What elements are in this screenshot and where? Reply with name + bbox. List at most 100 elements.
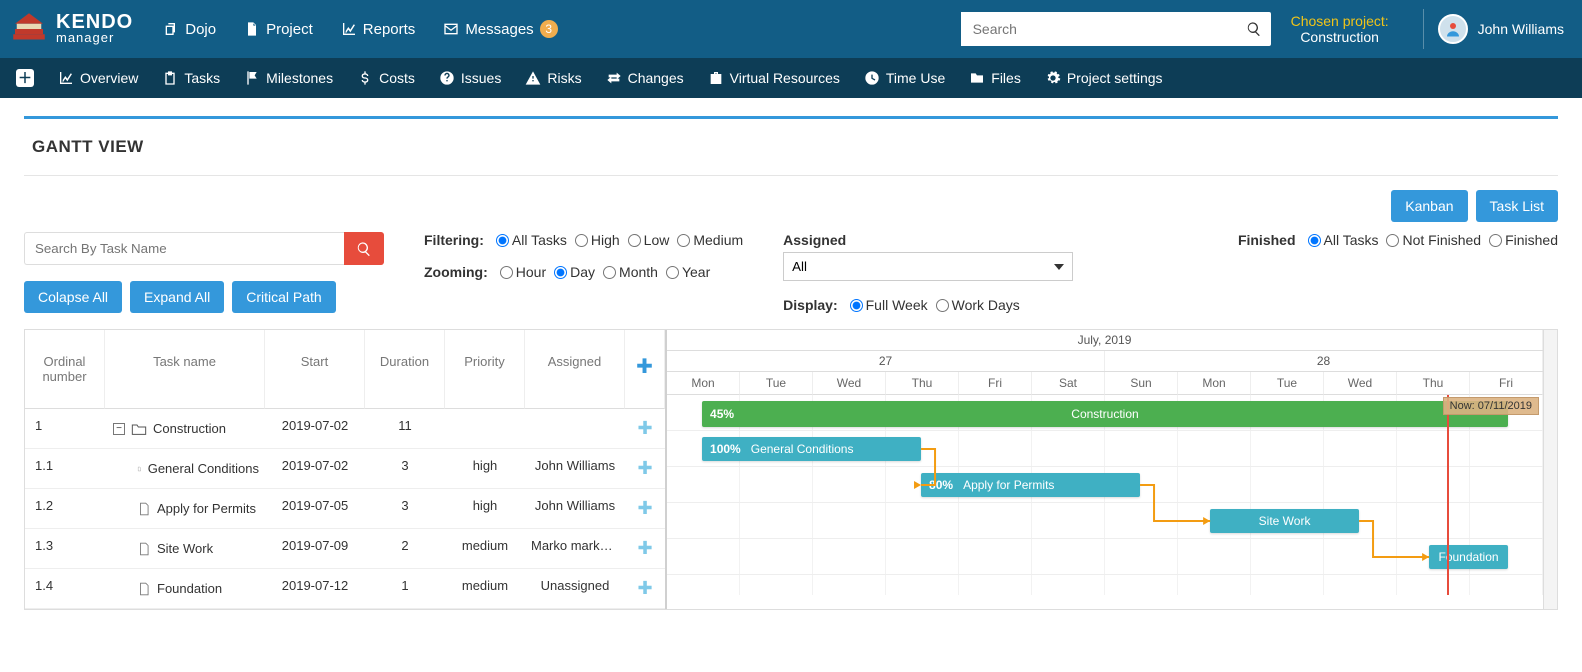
add-column-button[interactable]: ✚ xyxy=(625,330,665,409)
timeline-week: 27 xyxy=(667,351,1105,371)
envelope-icon xyxy=(443,21,459,37)
table-row[interactable]: 1.3Site Work2019-07-092mediumMarko marko… xyxy=(25,529,665,569)
task-list-button[interactable]: Task List xyxy=(1476,190,1558,222)
clock-icon xyxy=(864,70,880,86)
chart-line-icon xyxy=(58,70,74,86)
nav-project-label: Project xyxy=(266,21,313,38)
file-icon xyxy=(137,582,151,596)
add-subtask-button[interactable]: ✚ xyxy=(625,569,665,608)
collapse-all-button[interactable]: Colapse All xyxy=(24,281,122,313)
task-search-input[interactable] xyxy=(24,232,344,265)
subnav-files[interactable]: Files xyxy=(969,70,1021,86)
add-subtask-button[interactable]: ✚ xyxy=(625,449,665,488)
nav-reports[interactable]: Reports xyxy=(341,21,416,38)
brand-logo[interactable]: KENDO manager xyxy=(8,8,133,50)
assigned-label: Assigned xyxy=(783,232,1073,248)
page-title-row: GANTT VIEW xyxy=(24,116,1558,176)
zoom-hour[interactable]: Hour xyxy=(500,264,546,280)
nav-project[interactable]: Project xyxy=(244,21,313,38)
finished-label: Finished xyxy=(1238,232,1296,248)
timeline-day: Sat xyxy=(1032,372,1105,395)
filter-low[interactable]: Low xyxy=(628,232,670,248)
timeline-day: Thu xyxy=(886,372,959,395)
table-row[interactable]: 1.1General Conditions2019-07-023highJohn… xyxy=(25,449,665,489)
kanban-button[interactable]: Kanban xyxy=(1391,190,1467,222)
assigned-select[interactable]: All xyxy=(783,252,1073,281)
expand-all-button[interactable]: Expand All xyxy=(130,281,224,313)
display-work-days[interactable]: Work Days xyxy=(936,297,1020,313)
divider xyxy=(1423,9,1424,49)
nav-messages[interactable]: Messages 3 xyxy=(443,20,557,38)
gantt-task-bar[interactable]: Foundation xyxy=(1429,545,1508,569)
add-subtask-button[interactable]: ✚ xyxy=(625,529,665,568)
subnav-risks[interactable]: Risks xyxy=(525,70,581,86)
table-row[interactable]: 1.2Apply for Permits2019-07-053highJohn … xyxy=(25,489,665,529)
display-label: Display: xyxy=(783,297,837,313)
filter-medium[interactable]: Medium xyxy=(677,232,743,248)
user-menu[interactable]: John Williams xyxy=(1438,14,1564,44)
search-icon xyxy=(356,241,372,257)
now-line xyxy=(1447,395,1449,595)
filtering-row: Filtering: All Tasks High Low Medium xyxy=(424,232,743,248)
subnav-milestones[interactable]: Milestones xyxy=(244,70,333,86)
search-icon xyxy=(1246,21,1262,37)
timeline-day: Wed xyxy=(1324,372,1397,395)
now-label: Now: 07/11/2019 xyxy=(1443,397,1539,415)
zoom-day[interactable]: Day xyxy=(554,264,595,280)
critical-path-button[interactable]: Critical Path xyxy=(232,281,335,313)
zoom-year[interactable]: Year xyxy=(666,264,710,280)
filter-high[interactable]: High xyxy=(575,232,620,248)
gantt-parent-bar[interactable]: 45%Construction xyxy=(702,401,1508,427)
file-icon xyxy=(137,502,151,516)
grid-header: Ordinal number Task name Start Duration … xyxy=(25,330,665,409)
top-nav: Dojo Project Reports Messages 3 xyxy=(163,20,557,38)
nav-dojo[interactable]: Dojo xyxy=(163,21,216,38)
swap-icon xyxy=(606,70,622,86)
clipboard-icon xyxy=(162,70,178,86)
chosen-project-label: Chosen project: xyxy=(1291,13,1389,29)
gantt-task-bar[interactable]: Site Work xyxy=(1210,509,1359,533)
global-search-button[interactable] xyxy=(1237,12,1271,46)
subnav-overview[interactable]: Overview xyxy=(58,70,138,86)
question-circle-icon xyxy=(439,70,455,86)
scrollbar[interactable] xyxy=(1543,330,1557,609)
subnav-tasks[interactable]: Tasks xyxy=(162,70,220,86)
global-search xyxy=(961,12,1271,46)
col-name: Task name xyxy=(105,330,265,409)
timeline-month: July, 2019 xyxy=(667,330,1543,350)
nav-reports-label: Reports xyxy=(363,21,416,38)
timeline-day: Sun xyxy=(1105,372,1178,395)
zoom-month[interactable]: Month xyxy=(603,264,658,280)
col-start: Start xyxy=(265,330,365,409)
chosen-project[interactable]: Chosen project: Construction xyxy=(1291,13,1389,45)
gantt-task-bar[interactable]: 100%General Conditions xyxy=(702,437,921,461)
table-row[interactable]: 1.4Foundation2019-07-121mediumUnassigned… xyxy=(25,569,665,609)
gantt-task-bar[interactable]: 80%Apply for Permits xyxy=(921,473,1140,497)
col-priority: Priority xyxy=(445,330,525,409)
subnav-costs[interactable]: Costs xyxy=(357,70,415,86)
chart-line-icon xyxy=(341,21,357,37)
subnav-changes[interactable]: Changes xyxy=(606,70,684,86)
subnav-project-settings[interactable]: Project settings xyxy=(1045,70,1163,86)
assigned-group: Assigned All xyxy=(783,232,1073,281)
pagoda-icon xyxy=(8,8,50,50)
table-row[interactable]: 1−Construction2019-07-0211✚ xyxy=(25,409,665,449)
add-subtask-button[interactable]: ✚ xyxy=(625,489,665,528)
collapse-toggle[interactable]: − xyxy=(113,423,125,435)
finished-fin[interactable]: Finished xyxy=(1489,232,1558,248)
filters: Colapse All Expand All Critical Path Fil… xyxy=(24,232,1558,313)
task-search-button[interactable] xyxy=(344,232,384,265)
zooming-label: Zooming: xyxy=(424,264,488,280)
display-full-week[interactable]: Full Week xyxy=(850,297,928,313)
finished-all[interactable]: All Tasks xyxy=(1308,232,1379,248)
subnav-issues[interactable]: Issues xyxy=(439,70,501,86)
subnav-virtual-resources[interactable]: Virtual Resources xyxy=(708,70,840,86)
subnav-time-use[interactable]: Time Use xyxy=(864,70,945,86)
finished-not[interactable]: Not Finished xyxy=(1386,232,1481,248)
project-subnav: ＋ Overview Tasks Milestones Costs Issues… xyxy=(0,58,1582,98)
global-search-input[interactable] xyxy=(961,12,1237,46)
nav-dojo-label: Dojo xyxy=(185,21,216,38)
filter-all[interactable]: All Tasks xyxy=(496,232,567,248)
add-subtask-button[interactable]: ✚ xyxy=(625,409,665,448)
add-button[interactable]: ＋ xyxy=(16,69,34,87)
